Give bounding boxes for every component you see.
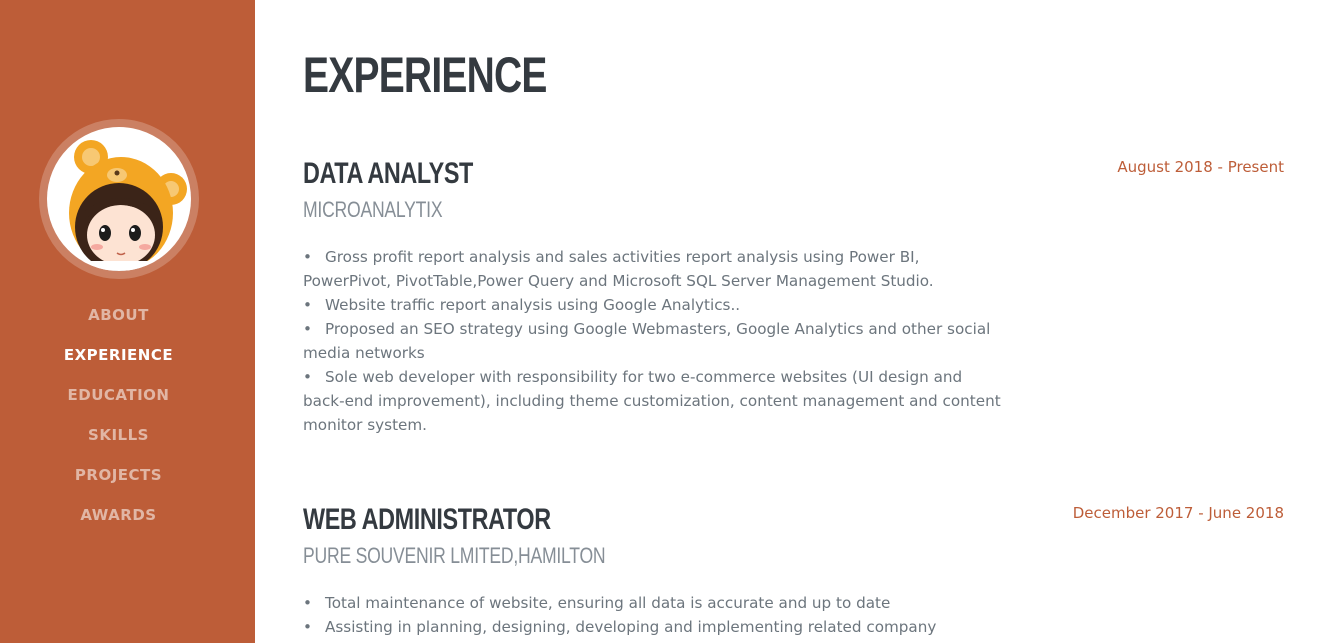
sidebar-nav: ABOUT EXPERIENCE EDUCATION SKILLS PROJEC… <box>0 295 237 535</box>
job-bullet: • Website traffic report analysis using G… <box>303 293 1003 317</box>
job-bullet: • Assisting in planning, designing, devel… <box>303 615 1003 643</box>
job-bullet: • Gross profit report analysis and sales … <box>303 245 1003 293</box>
job-dates: December 2017 - June 2018 <box>1072 504 1284 522</box>
job-bullet-text: Gross profit report analysis and sales a… <box>303 248 934 290</box>
avatar[interactable] <box>47 127 191 271</box>
job-title: WEB ADMINISTRATOR <box>303 503 551 536</box>
nav-item-education[interactable]: EDUCATION <box>0 375 237 415</box>
job-bullet: • Total maintenance of website, ensuring … <box>303 591 1003 615</box>
job-company: MICROANALYTIX <box>303 197 443 222</box>
bullet-dot: • <box>303 618 312 636</box>
nav-item-projects[interactable]: PROJECTS <box>0 455 237 495</box>
nav-item-about[interactable]: ABOUT <box>0 295 237 335</box>
nav-item-awards[interactable]: AWARDS <box>0 495 237 535</box>
job-bullet-text: Assisting in planning, designing, develo… <box>303 618 937 643</box>
job-company: PURE SOUVENIR LMITED,HAMILTON <box>303 543 606 568</box>
bullet-dot: • <box>303 368 312 386</box>
avatar-ring <box>39 119 199 279</box>
job-bullet: • Sole web developer with responsibility … <box>303 365 1003 437</box>
job-bullet-text: Proposed an SEO strategy using Google We… <box>303 320 991 362</box>
bullet-dot: • <box>303 296 312 314</box>
avatar-illustration <box>69 140 187 271</box>
bullet-dot: • <box>303 320 312 338</box>
job-bullet-text: Sole web developer with responsibility f… <box>303 368 1001 434</box>
main-content: EXPERIENCE DATA ANALYST MICROANALYTIX Au… <box>303 0 1284 643</box>
job-dates: August 2018 - Present <box>1117 158 1284 176</box>
job-bullet-text: Website traffic report analysis using Go… <box>325 296 741 314</box>
bullet-dot: • <box>303 248 312 266</box>
sidebar: ABOUT EXPERIENCE EDUCATION SKILLS PROJEC… <box>0 0 255 643</box>
nav-item-experience[interactable]: EXPERIENCE <box>0 335 237 375</box>
job-bullet-text: Total maintenance of website, ensuring a… <box>325 594 891 612</box>
job-title: DATA ANALYST <box>303 157 473 190</box>
job-bullets: • Gross profit report analysis and sales … <box>303 245 1003 437</box>
nav-item-skills[interactable]: SKILLS <box>0 415 237 455</box>
bullet-dot: • <box>303 594 312 612</box>
job-bullets: • Total maintenance of website, ensuring … <box>303 591 1003 643</box>
job-bullet: • Proposed an SEO strategy using Google W… <box>303 317 1003 365</box>
page-title: EXPERIENCE <box>303 47 547 103</box>
